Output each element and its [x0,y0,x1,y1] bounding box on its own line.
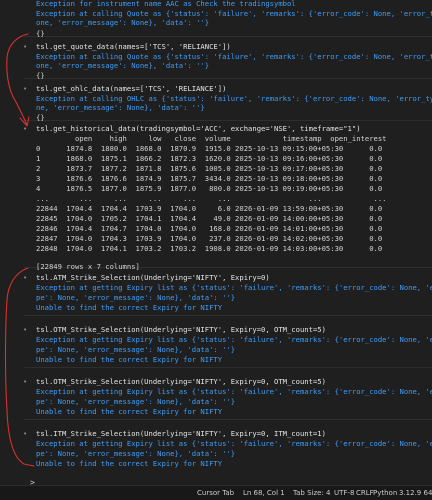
annotation-brace-top [6,33,29,126]
annotation-brace-bottom [4,267,35,467]
python-interpreter[interactable]: 3.12.9 64-bit [399,489,432,497]
cursor-tab-indicator[interactable]: Cursor Tab [197,489,234,497]
language-mode[interactable]: Python [373,489,397,497]
line-ending[interactable]: CRLF [356,489,374,497]
annotation-overlay [4,33,35,467]
encoding[interactable]: UTF-8 [334,489,354,497]
cursor-position[interactable]: Ln 68, Col 1 [243,489,285,497]
status-bar: Cursor Tab Ln 68, Col 1 Tab Size: 4 UTF-… [0,485,432,500]
tab-size[interactable]: Tab Size: 4 [293,489,330,497]
